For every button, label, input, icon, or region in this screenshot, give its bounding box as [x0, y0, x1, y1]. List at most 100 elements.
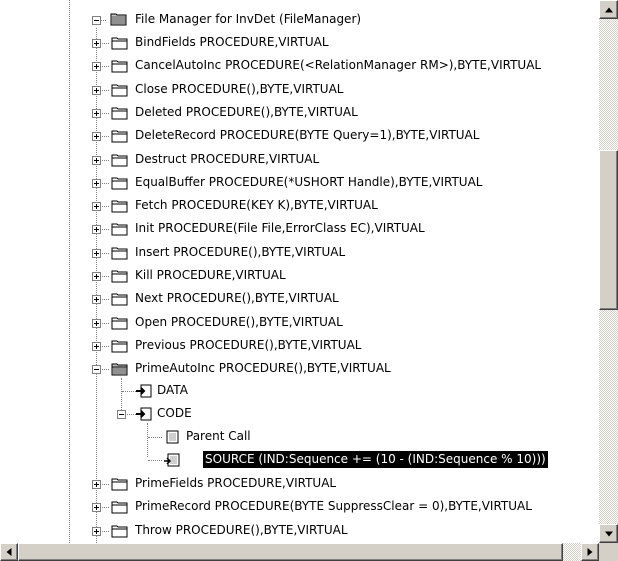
folder-icon	[111, 293, 128, 306]
tree-node-procedure[interactable]: DeleteRecord PROCEDURE(BYTE Query=1),BYT…	[0, 124, 599, 147]
tree-node-procedure[interactable]: PrimeRecord PROCEDURE(BYTE SuppressClear…	[0, 495, 599, 518]
procedure-label[interactable]: PrimeAutoInc PROCEDURE(),BYTE,VIRTUAL	[133, 360, 393, 377]
document-icon	[166, 430, 179, 444]
procedure-label[interactable]: Deleted PROCEDURE(),BYTE,VIRTUAL	[133, 104, 360, 121]
tree-node-procedure[interactable]: Init PROCEDURE(File File,ErrorClass EC),…	[0, 217, 599, 240]
procedure-label[interactable]: Kill PROCEDURE,VIRTUAL	[133, 267, 288, 284]
expand-toggle[interactable]	[92, 295, 101, 304]
folder-icon	[111, 340, 128, 353]
source-label[interactable]: SOURCE (IND:Sequence += (10 - (IND:Seque…	[203, 451, 548, 468]
tree-node-procedure[interactable]: Kill PROCEDURE,VIRTUAL	[0, 264, 599, 287]
expand-toggle[interactable]	[92, 249, 101, 258]
procedure-label[interactable]: Previous PROCEDURE(),BYTE,VIRTUAL	[133, 337, 363, 354]
procedure-label[interactable]: Destruct PROCEDURE,VIRTUAL	[133, 151, 321, 168]
data-section-icon	[136, 384, 152, 398]
procedure-label[interactable]: Close PROCEDURE(),BYTE,VIRTUAL	[133, 81, 345, 98]
tree-connector	[148, 437, 162, 438]
tree-root-node[interactable]: File Manager for InvDet (FileManager)	[0, 8, 599, 31]
expand-toggle[interactable]	[92, 62, 101, 71]
expand-toggle[interactable]	[92, 39, 101, 48]
folder-icon	[111, 60, 128, 73]
scroll-up-button[interactable]	[599, 0, 618, 19]
expand-toggle[interactable]	[92, 179, 101, 188]
folder-icon	[111, 223, 128, 236]
procedure-label[interactable]: Fetch PROCEDURE(KEY K),BYTE,VIRTUAL	[133, 197, 380, 214]
code-section-icon	[136, 407, 152, 421]
folder-icon	[111, 84, 128, 97]
source-code-icon	[164, 453, 180, 467]
procedure-label[interactable]: EqualBuffer PROCEDURE(*USHORT Handle),BY…	[133, 174, 484, 191]
procedure-label[interactable]: DeleteRecord PROCEDURE(BYTE Query=1),BYT…	[133, 127, 481, 144]
tree-node-procedure[interactable]: Insert PROCEDURE(),BYTE,VIRTUAL	[0, 241, 599, 264]
tree-root-label[interactable]: File Manager for InvDet (FileManager)	[133, 11, 363, 28]
tree-node-procedure[interactable]: Deleted PROCEDURE(),BYTE,VIRTUAL	[0, 101, 599, 124]
folder-icon	[111, 107, 128, 120]
tree-node-parent-call[interactable]: Parent Call	[0, 425, 599, 448]
expand-toggle[interactable]	[92, 480, 101, 489]
procedure-label[interactable]: Open PROCEDURE(),BYTE,VIRTUAL	[133, 314, 345, 331]
collapse-toggle[interactable]	[92, 16, 101, 25]
expand-toggle[interactable]	[92, 225, 101, 234]
collapse-toggle[interactable]	[92, 365, 101, 374]
expand-toggle[interactable]	[92, 503, 101, 512]
expand-toggle[interactable]	[92, 202, 101, 211]
tree-node-procedure[interactable]: Destruct PROCEDURE,VIRTUAL	[0, 148, 599, 171]
tree-node-procedure[interactable]: Previous PROCEDURE(),BYTE,VIRTUAL	[0, 334, 599, 357]
scroll-left-button[interactable]	[0, 543, 18, 561]
tree-node-procedure[interactable]: Fetch PROCEDURE(KEY K),BYTE,VIRTUAL	[0, 194, 599, 217]
expand-toggle[interactable]	[92, 109, 101, 118]
expand-toggle[interactable]	[92, 132, 101, 141]
folder-icon	[111, 501, 128, 514]
parent-call-label[interactable]: Parent Call	[184, 428, 253, 445]
tree-node-procedure[interactable]: Throw PROCEDURE(),BYTE,VIRTUAL	[0, 519, 599, 542]
horizontal-scroll-thumb[interactable]	[18, 543, 563, 561]
tree-node-procedure[interactable]: Close PROCEDURE(),BYTE,VIRTUAL	[0, 78, 599, 101]
arrow-right-icon	[587, 548, 593, 556]
tree-node-procedure[interactable]: EqualBuffer PROCEDURE(*USHORT Handle),BY…	[0, 171, 599, 194]
vertical-scrollbar[interactable]	[599, 0, 618, 543]
tree-node-procedure[interactable]: PrimeAutoInc PROCEDURE(),BYTE,VIRTUAL	[0, 357, 599, 380]
arrow-left-icon	[6, 548, 12, 556]
tree-node-procedure[interactable]: PrimeFields PROCEDURE,VIRTUAL	[0, 472, 599, 495]
tree-node-procedure[interactable]: Open PROCEDURE(),BYTE,VIRTUAL	[0, 311, 599, 334]
folder-icon	[111, 154, 128, 167]
folder-icon	[111, 37, 128, 50]
tree-node-procedure[interactable]: BindFields PROCEDURE,VIRTUAL	[0, 31, 599, 54]
folder-icon	[111, 247, 128, 260]
procedure-label[interactable]: Next PROCEDURE(),BYTE,VIRTUAL	[133, 290, 341, 307]
folder-icon	[111, 270, 128, 283]
expand-toggle[interactable]	[92, 527, 101, 536]
folder-icon	[111, 200, 128, 213]
procedure-label[interactable]: Init PROCEDURE(File File,ErrorClass EC),…	[133, 220, 427, 237]
folder-icon	[111, 478, 128, 491]
expand-toggle[interactable]	[92, 86, 101, 95]
folder-icon	[111, 525, 128, 538]
expand-toggle[interactable]	[92, 319, 101, 328]
expand-toggle[interactable]	[92, 156, 101, 165]
procedure-label[interactable]: BindFields PROCEDURE,VIRTUAL	[133, 34, 331, 51]
vertical-scroll-thumb[interactable]	[599, 150, 618, 310]
code-section-label[interactable]: CODE	[155, 405, 194, 422]
tree-node-source[interactable]: SOURCE (IND:Sequence += (10 - (IND:Seque…	[0, 448, 599, 471]
arrow-up-icon	[604, 7, 613, 12]
procedure-label[interactable]: PrimeFields PROCEDURE,VIRTUAL	[133, 475, 338, 492]
arrow-down-icon	[604, 531, 613, 536]
tree-node-code[interactable]: CODE	[0, 402, 599, 425]
scroll-down-button[interactable]	[599, 524, 618, 543]
data-section-label[interactable]: DATA	[155, 382, 190, 399]
folder-open-icon	[110, 13, 127, 26]
collapse-toggle[interactable]	[117, 410, 126, 419]
tree-node-data[interactable]: DATA	[0, 379, 599, 402]
horizontal-scrollbar[interactable]	[0, 543, 599, 561]
expand-toggle[interactable]	[92, 272, 101, 281]
tree-node-procedure[interactable]: Next PROCEDURE(),BYTE,VIRTUAL	[0, 287, 599, 310]
expand-toggle[interactable]	[92, 342, 101, 351]
tree-connector	[122, 391, 136, 392]
procedure-label[interactable]: Throw PROCEDURE(),BYTE,VIRTUAL	[133, 522, 350, 539]
scroll-right-button[interactable]	[581, 543, 599, 561]
tree-node-procedure[interactable]: CancelAutoInc PROCEDURE(<RelationManager…	[0, 54, 599, 77]
procedure-label[interactable]: PrimeRecord PROCEDURE(BYTE SuppressClear…	[133, 498, 534, 515]
tree-view[interactable]: File Manager for InvDet (FileManager) Bi…	[0, 0, 599, 543]
procedure-label[interactable]: Insert PROCEDURE(),BYTE,VIRTUAL	[133, 244, 347, 261]
procedure-label[interactable]: CancelAutoInc PROCEDURE(<RelationManager…	[133, 57, 543, 74]
